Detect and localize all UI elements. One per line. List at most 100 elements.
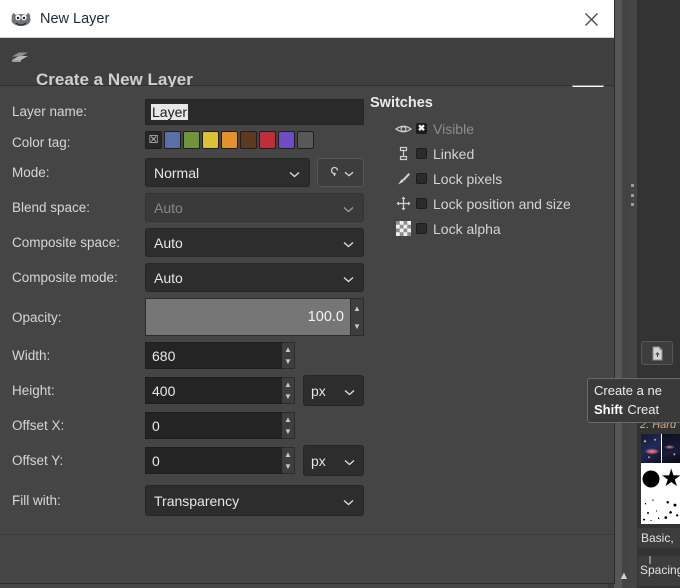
tooltip: Create a ne Shift Creat [587, 378, 680, 423]
color-swatch-orange[interactable] [221, 131, 238, 149]
stepper-up-icon[interactable]: ▲ [351, 299, 363, 317]
opacity-slider-spinner[interactable]: 100.0 ▲ ▼ [145, 298, 364, 336]
lock-pixels-checkbox[interactable] [416, 173, 427, 184]
panel-divider-b[interactable] [614, 0, 622, 588]
stepper-down-icon[interactable]: ▼ [282, 426, 294, 439]
brush-spacing-row[interactable]: Spacing [638, 556, 680, 586]
form-row-fill-with: Fill with: Transparency [12, 485, 364, 516]
switch-row-linked[interactable]: Linked [370, 141, 605, 166]
paintbrush-icon [392, 171, 414, 186]
width-spinner[interactable]: 680 ▲ ▼ [145, 342, 295, 369]
chevron-down-icon [344, 383, 356, 399]
reset-icon [328, 164, 341, 182]
new-document-icon [651, 346, 664, 361]
form-row-color-tag: Color tag: ☒ [12, 131, 364, 153]
height-stepper[interactable]: ▲ ▼ [282, 377, 295, 404]
color-swatch-blue[interactable] [164, 131, 181, 149]
layer-name-input[interactable]: Layer [145, 99, 364, 125]
stepper-down-icon[interactable]: ▼ [282, 356, 294, 369]
stepper-down-icon[interactable]: ▼ [282, 461, 294, 474]
chevron-down-icon [344, 164, 354, 182]
chain-link-icon [392, 146, 414, 161]
switch-row-visible[interactable]: ✖ Visible [370, 116, 605, 141]
color-tag-swatch-row[interactable]: ☒ [145, 131, 314, 149]
brush-list-label: Basic, [638, 528, 680, 548]
new-layer-dialog: New Layer Create a New Layer [Untitled]-… [0, 0, 614, 583]
panel-drag-handle[interactable] [630, 184, 635, 206]
brush-thumbnail-grid[interactable] [641, 434, 680, 524]
brush-thumbnail[interactable] [641, 464, 661, 493]
composite-mode-select[interactable]: Auto [145, 263, 364, 292]
chevron-down-icon [343, 270, 355, 286]
width-input[interactable]: 680 [145, 342, 282, 369]
offset-x-input[interactable]: 0 [145, 412, 282, 439]
composite-space-select[interactable]: Auto [145, 228, 364, 257]
brush-thumbnail[interactable] [662, 464, 680, 493]
layer-name-label: Layer name: [12, 104, 145, 119]
mode-value: Normal [154, 165, 289, 181]
form-row-blend-space: Blend space: Auto [12, 192, 364, 223]
switch-label-lock-alpha: Lock alpha [433, 221, 501, 237]
stepper-up-icon[interactable]: ▲ [282, 343, 294, 356]
visible-checkbox[interactable]: ✖ [416, 123, 427, 134]
offset-unit-select[interactable]: px [303, 445, 364, 476]
chevron-down-icon [289, 165, 301, 181]
size-unit-value: px [311, 383, 344, 399]
color-swatch-red[interactable] [259, 131, 276, 149]
color-swatch-gray[interactable] [297, 131, 314, 149]
brush-thumbnail[interactable] [662, 434, 680, 463]
opacity-label: Opacity: [12, 310, 145, 325]
new-document-button[interactable] [641, 341, 673, 365]
fill-with-select[interactable]: Transparency [145, 485, 364, 516]
stepper-down-icon[interactable]: ▼ [351, 317, 363, 335]
gimp-wilber-icon [10, 9, 32, 29]
height-spinner[interactable]: 400 ▲ ▼ [145, 377, 295, 404]
stepper-down-icon[interactable]: ▼ [282, 391, 294, 404]
offset-y-input[interactable]: 0 [145, 447, 282, 474]
composite-mode-value: Auto [154, 270, 343, 286]
close-icon[interactable] [578, 6, 604, 32]
scroll-up-arrow[interactable]: ▲ [617, 568, 631, 584]
switch-row-lock-position[interactable]: Lock position and size [370, 191, 605, 216]
offset-x-stepper[interactable]: ▲ ▼ [282, 412, 295, 439]
form-row-width: Width: 680 ▲ ▼ [12, 341, 364, 370]
blend-space-select: Auto [145, 193, 364, 222]
chevron-down-icon [344, 453, 356, 469]
switches-panel: Switches ✖ Visible [370, 95, 605, 241]
offset-y-spinner[interactable]: 0 ▲ ▼ [145, 447, 295, 474]
offset-x-label: Offset X: [12, 418, 145, 433]
opacity-stepper[interactable]: ▲ ▼ [351, 298, 364, 336]
fill-with-value: Transparency [154, 493, 343, 509]
height-value: 400 [152, 383, 175, 399]
brush-thumbnail[interactable] [641, 434, 661, 463]
color-swatch-yellow[interactable] [202, 131, 219, 149]
dialog-title-bar[interactable]: New Layer [0, 0, 614, 38]
opacity-input[interactable]: 100.0 [145, 298, 351, 336]
mode-reset-button[interactable] [317, 158, 364, 187]
width-stepper[interactable]: ▲ ▼ [282, 342, 295, 369]
brush-thumbnail[interactable] [641, 495, 661, 524]
stepper-up-icon[interactable]: ▲ [282, 378, 294, 391]
color-swatch-brown[interactable] [240, 131, 257, 149]
brush-thumbnail[interactable] [662, 495, 680, 524]
height-input[interactable]: 400 [145, 377, 282, 404]
lock-position-checkbox[interactable] [416, 198, 427, 209]
offset-x-spinner[interactable]: 0 ▲ ▼ [145, 412, 295, 439]
color-swatch-none[interactable]: ☒ [145, 131, 162, 149]
tooltip-line-2: Shift Creat [594, 401, 680, 419]
switch-row-lock-alpha[interactable]: Lock alpha [370, 216, 605, 241]
color-tag-label: Color tag: [12, 135, 145, 150]
mode-select[interactable]: Normal [145, 158, 310, 187]
composite-mode-label: Composite mode: [12, 270, 145, 285]
stepper-up-icon[interactable]: ▲ [282, 448, 294, 461]
fill-with-label: Fill with: [12, 493, 145, 508]
linked-checkbox[interactable] [416, 148, 427, 159]
width-value: 680 [152, 348, 175, 364]
size-unit-select[interactable]: px [303, 375, 364, 406]
color-swatch-violet[interactable] [278, 131, 295, 149]
offset-y-stepper[interactable]: ▲ ▼ [282, 447, 295, 474]
switch-row-lock-pixels[interactable]: Lock pixels [370, 166, 605, 191]
stepper-up-icon[interactable]: ▲ [282, 413, 294, 426]
color-swatch-green[interactable] [183, 131, 200, 149]
lock-alpha-checkbox[interactable] [416, 223, 427, 234]
